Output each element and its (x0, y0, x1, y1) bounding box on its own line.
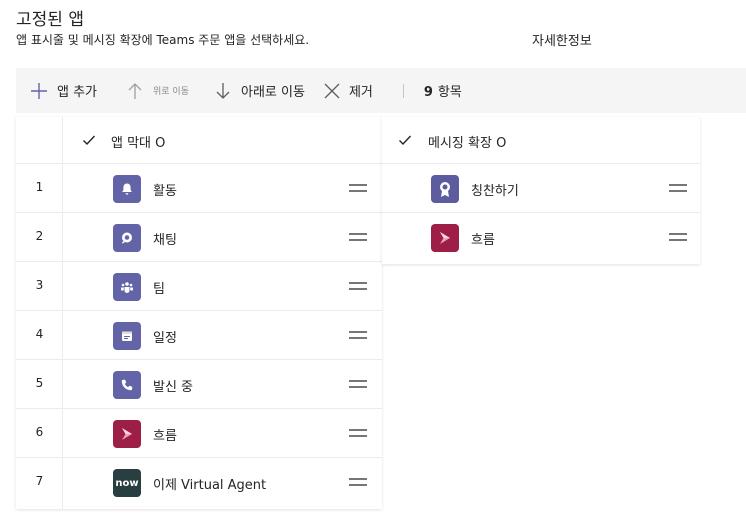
close-icon (324, 83, 340, 98)
learn-more-link[interactable]: 자세한정보 (532, 30, 592, 49)
toolbar-divider (402, 83, 404, 98)
row-number: 1 (35, 180, 44, 194)
flow-icon (113, 420, 141, 448)
item-count-label: 항목 (437, 85, 462, 100)
remove-button[interactable]: 제거 (323, 68, 373, 113)
praise-badge-icon (431, 175, 459, 203)
add-app-label: 앱 추가 (57, 85, 98, 100)
row-number: 6 (35, 425, 44, 439)
drag-handle-icon[interactable] (349, 281, 367, 291)
app-bar-table: 앱 막대 O 1 활동 2 채팅 3 팀 4 일정 5 발신 중 6 흐름 7 … (16, 117, 382, 509)
messaging-extension-header-label: 메시징 확장 O (428, 136, 507, 151)
list-item[interactable]: 흐름 (382, 213, 700, 262)
app-name: 칭찬하기 (471, 184, 519, 199)
teams-icon (113, 273, 141, 301)
app-name: 흐름 (153, 429, 177, 444)
now-logo: now (113, 469, 141, 497)
drag-handle-icon[interactable] (349, 379, 367, 389)
table-row[interactable]: 2 채팅 (16, 213, 382, 262)
page-title: 고정된 앱 (16, 10, 84, 30)
table-row[interactable]: 3 팀 (16, 262, 382, 311)
app-name: 채팅 (153, 233, 177, 248)
flow-icon (431, 224, 459, 252)
app-bar-header[interactable]: 앱 막대 O (16, 117, 382, 164)
table-row[interactable]: 6 흐름 (16, 409, 382, 458)
table-row[interactable]: 7 now 이제 Virtual Agent (16, 458, 382, 507)
checkmark-icon[interactable] (398, 133, 412, 147)
chat-icon (113, 224, 141, 252)
row-number: 5 (35, 376, 44, 390)
messaging-extension-header[interactable]: 메시징 확장 O (382, 117, 700, 164)
drag-handle-icon[interactable] (349, 232, 367, 242)
table-row[interactable]: 4 일정 (16, 311, 382, 360)
drag-handle-icon[interactable] (349, 183, 367, 193)
table-row[interactable]: 5 발신 중 (16, 360, 382, 409)
row-number: 2 (35, 229, 44, 243)
drag-handle-icon[interactable] (349, 477, 367, 487)
add-app-button[interactable]: 앱 추가 (30, 68, 97, 113)
drag-handle-icon[interactable] (349, 428, 367, 438)
row-number: 3 (35, 278, 44, 292)
move-down-button[interactable]: 아래로 이동 (215, 68, 305, 113)
messaging-extension-table: 메시징 확장 O 칭찬하기 흐름 (382, 117, 700, 264)
move-up-label: 위로 이동 (153, 87, 189, 97)
item-count: 9 항목 (424, 81, 462, 100)
page-subtitle: 앱 표시줄 및 메시징 확장에 Teams 주문 앱을 선택하세요. (16, 33, 310, 47)
app-name: 발신 중 (153, 380, 194, 395)
app-name: 활동 (153, 184, 177, 199)
row-number: 4 (35, 327, 44, 341)
app-bar-header-label: 앱 막대 O (111, 136, 166, 151)
calendar-icon (113, 322, 141, 350)
bell-icon (113, 175, 141, 203)
app-name: 흐름 (471, 233, 495, 248)
drag-handle-icon[interactable] (669, 232, 687, 242)
remove-label: 제거 (348, 85, 373, 100)
phone-icon (113, 371, 141, 399)
arrow-down-icon (216, 82, 230, 99)
table-row[interactable]: 1 활동 (16, 164, 382, 213)
toolbar: 앱 추가 위로 이동 아래로 이동 제거 9 항목 (16, 68, 746, 113)
drag-handle-icon[interactable] (349, 330, 367, 340)
plus-icon (31, 82, 47, 99)
move-up-button[interactable]: 위로 이동 (127, 68, 189, 113)
app-name: 팀 (153, 282, 165, 297)
item-count-number: 9 (423, 85, 433, 100)
app-name: 이제 Virtual Agent (153, 478, 267, 493)
move-down-label: 아래로 이동 (241, 85, 305, 100)
drag-handle-icon[interactable] (669, 183, 687, 193)
app-name: 일정 (153, 331, 177, 346)
checkmark-icon[interactable] (82, 133, 96, 147)
list-item[interactable]: 칭찬하기 (382, 164, 700, 213)
arrow-up-icon (128, 82, 142, 99)
row-number: 7 (35, 474, 44, 488)
